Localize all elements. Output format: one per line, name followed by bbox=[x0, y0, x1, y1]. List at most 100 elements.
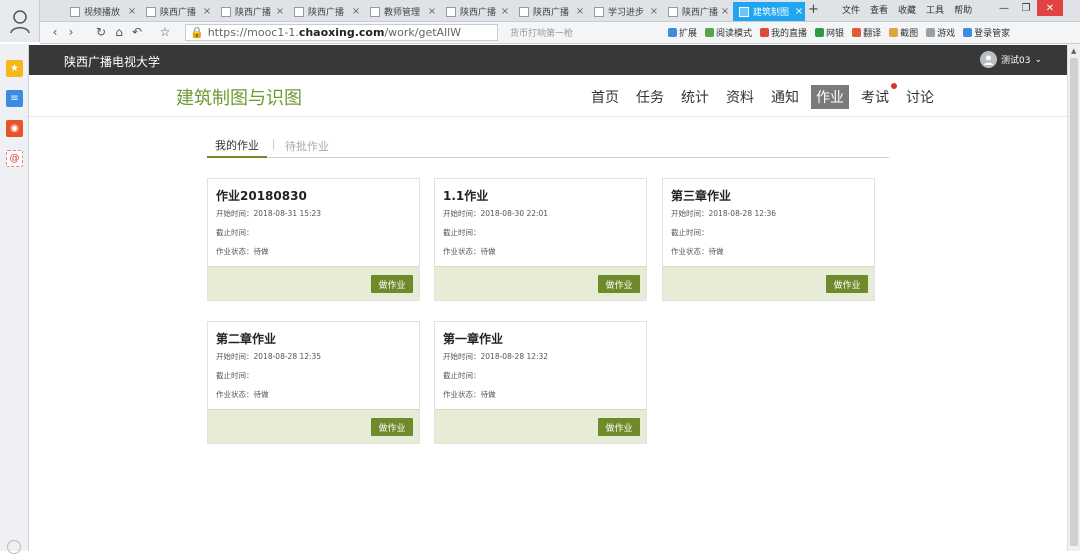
assignment-status: 作业状态：待做 bbox=[443, 247, 496, 256]
browser-search-field[interactable]: 货币打响第一枪 bbox=[506, 24, 656, 41]
tab-divider bbox=[273, 139, 274, 150]
course-nav-item[interactable]: 作业 bbox=[811, 85, 849, 109]
page-scrollbar[interactable]: ▲ bbox=[1067, 44, 1080, 551]
assignment-card-footer: 做作业 bbox=[208, 266, 419, 300]
tab-close-icon[interactable]: × bbox=[274, 6, 286, 17]
toolbar-item[interactable]: 游戏 bbox=[926, 26, 955, 39]
assignment-title[interactable]: 第二章作业 bbox=[216, 330, 276, 347]
tab-label: 学习进步 bbox=[608, 8, 645, 18]
toolbar-item[interactable]: 扩展 bbox=[668, 26, 697, 39]
tab-close-icon[interactable]: × bbox=[499, 6, 511, 17]
do-assignment-button[interactable]: 做作业 bbox=[598, 275, 640, 293]
do-assignment-button[interactable]: 做作业 bbox=[598, 418, 640, 436]
browser-tab[interactable]: 陕西广播 × bbox=[140, 2, 213, 21]
tab-favicon-icon bbox=[519, 6, 529, 17]
sidebar-settings-icon[interactable] bbox=[7, 540, 21, 554]
favorites-star-icon[interactable]: ★ bbox=[6, 60, 23, 77]
assignment-title[interactable]: 第三章作业 bbox=[671, 187, 731, 204]
assignment-title[interactable]: 1.1作业 bbox=[443, 187, 488, 204]
site-name[interactable]: 陕西广播电视大学 bbox=[64, 53, 160, 70]
course-nav-item[interactable]: 讨论 bbox=[901, 85, 939, 109]
menu-tools[interactable]: 工具 bbox=[926, 3, 944, 16]
user-menu[interactable]: 测试03 ⌄ bbox=[980, 51, 1042, 68]
tab-close-icon[interactable]: × bbox=[719, 6, 731, 17]
browser-tab[interactable]: 陕西广播 × bbox=[662, 2, 731, 21]
minimize-icon[interactable]: — bbox=[993, 0, 1015, 16]
course-nav-item[interactable]: 资料 bbox=[721, 85, 759, 109]
assignment-card-footer: 做作业 bbox=[663, 266, 874, 300]
toolbar-item-icon bbox=[926, 28, 936, 37]
course-nav-item[interactable]: 考试 bbox=[856, 83, 897, 109]
menu-favorites[interactable]: 收藏 bbox=[898, 3, 916, 16]
tab-close-icon[interactable]: × bbox=[574, 6, 586, 17]
refresh-icon[interactable]: ↻ bbox=[94, 25, 108, 39]
toolbar-item-icon bbox=[705, 28, 715, 37]
tab-close-icon[interactable]: × bbox=[793, 6, 805, 17]
tab-favicon-icon bbox=[446, 6, 456, 17]
tab-close-icon[interactable]: × bbox=[201, 6, 213, 17]
course-nav-label: 讨论 bbox=[906, 90, 934, 106]
tab-close-icon[interactable]: × bbox=[350, 6, 362, 17]
forward-icon[interactable]: › bbox=[64, 25, 78, 39]
assignment-start-time: 开始时间：2018-08-30 22:01 bbox=[443, 209, 549, 218]
toolbar-item[interactable]: 翻译 bbox=[852, 26, 881, 39]
toolbar-item-icon bbox=[815, 28, 825, 37]
scroll-up-icon[interactable]: ▲ bbox=[1071, 47, 1076, 55]
course-title[interactable]: 建筑制图与识图 bbox=[176, 84, 302, 110]
course-nav-label: 任务 bbox=[636, 90, 664, 106]
toolbar-item-label: 网银 bbox=[826, 29, 845, 39]
browser-tab[interactable]: 建筑制图 × bbox=[733, 2, 805, 21]
tab-my-assignments[interactable]: 我的作业 bbox=[207, 133, 267, 158]
assignment-title[interactable]: 作业20180830 bbox=[216, 187, 307, 204]
assignment-title[interactable]: 第一章作业 bbox=[443, 330, 503, 347]
toolbar-item[interactable]: 截图 bbox=[889, 26, 918, 39]
browser-tab[interactable]: 陕西广播 × bbox=[288, 2, 362, 21]
browser-tab[interactable]: 陕西广播 × bbox=[513, 2, 586, 21]
tab-close-icon[interactable]: × bbox=[126, 6, 138, 17]
favorite-star-icon[interactable]: ☆ bbox=[158, 25, 172, 39]
mail-icon[interactable]: @ bbox=[6, 150, 23, 167]
weibo-icon[interactable]: ◉ bbox=[6, 120, 23, 137]
url-field[interactable]: 🔒 https://mooc1-1. chaoxing.com/work/getA… bbox=[185, 24, 498, 41]
tab-close-icon[interactable]: × bbox=[648, 6, 660, 17]
undo-icon[interactable]: ↶ bbox=[130, 25, 144, 39]
tab-favicon-icon bbox=[594, 6, 604, 17]
browser-tab-bar: 视频播放 × 陕西广播 × 陕西广播 × 陕西广播 × 教师管理 × 陕西广播 × 陕西广播 × 学习进步 ×… bbox=[0, 0, 1080, 22]
course-nav-item[interactable]: 统计 bbox=[676, 85, 714, 109]
toolbar-item[interactable]: 网银 bbox=[815, 26, 844, 39]
assignment-card-footer: 做作业 bbox=[435, 409, 646, 443]
window-controls: — ❐ ✕ bbox=[993, 0, 1063, 16]
toolbar-item[interactable]: 登录管家 bbox=[963, 26, 1010, 39]
scrollbar-thumb[interactable] bbox=[1070, 58, 1078, 546]
toolbar-item[interactable]: 阅读模式 bbox=[705, 26, 752, 39]
reading-list-icon[interactable]: ≡ bbox=[6, 90, 23, 107]
do-assignment-button[interactable]: 做作业 bbox=[826, 275, 868, 293]
tab-pending-review[interactable]: 待批作业 bbox=[285, 133, 329, 158]
home-icon[interactable]: ⌂ bbox=[112, 25, 126, 39]
course-nav-item[interactable]: 首页 bbox=[586, 85, 624, 109]
browser-account-button[interactable] bbox=[0, 0, 40, 42]
restore-icon[interactable]: ❐ bbox=[1015, 0, 1037, 16]
course-nav-item[interactable]: 任务 bbox=[631, 85, 669, 109]
back-icon[interactable]: ‹ bbox=[48, 25, 62, 39]
toolbar-item-icon bbox=[760, 28, 770, 37]
browser-tab[interactable]: 教师管理 × bbox=[364, 2, 438, 21]
do-assignment-button[interactable]: 做作业 bbox=[371, 418, 413, 436]
close-icon[interactable]: ✕ bbox=[1037, 0, 1063, 16]
assignment-card: 第二章作业 开始时间：2018-08-28 12:35 截止时间： 作业状态：待做 做作… bbox=[207, 321, 420, 444]
menu-file[interactable]: 文件 bbox=[842, 3, 860, 16]
tab-close-icon[interactable]: × bbox=[426, 6, 438, 17]
course-nav-item[interactable]: 通知 bbox=[766, 85, 804, 109]
toolbar-item[interactable]: 我的直播 bbox=[760, 26, 807, 39]
menu-help[interactable]: 帮助 bbox=[954, 3, 972, 16]
browser-tab[interactable]: 学习进步 × bbox=[588, 2, 660, 21]
browser-tab[interactable]: 陕西广播 × bbox=[440, 2, 511, 21]
assignment-deadline: 截止时间： bbox=[443, 371, 481, 380]
browser-tab[interactable]: 视频播放 × bbox=[64, 2, 138, 21]
menu-view[interactable]: 查看 bbox=[870, 3, 888, 16]
toolbar-item-label: 我的直播 bbox=[771, 29, 808, 39]
new-tab-button[interactable]: + bbox=[808, 2, 822, 17]
assignment-card: 作业20180830 开始时间：2018-08-31 15:23 截止时间： 作业状态… bbox=[207, 178, 420, 301]
do-assignment-button[interactable]: 做作业 bbox=[371, 275, 413, 293]
browser-tab[interactable]: 陕西广播 × bbox=[215, 2, 286, 21]
